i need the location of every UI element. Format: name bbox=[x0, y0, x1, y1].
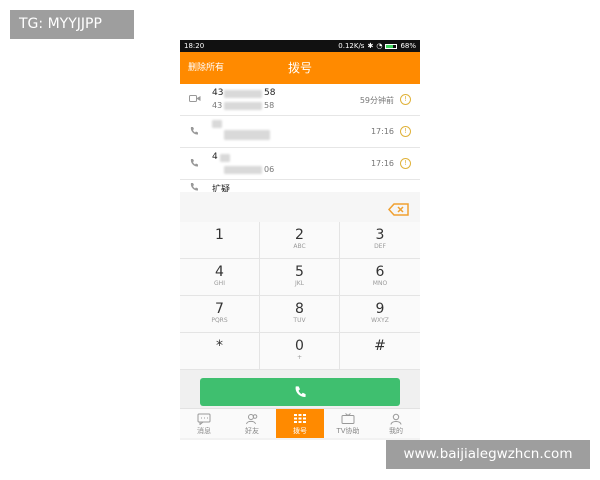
status-bar: 18:20 0.12K/s ✱ ◔ 68% bbox=[180, 40, 420, 52]
video-call-icon bbox=[189, 94, 201, 104]
key-digit: * bbox=[216, 338, 223, 354]
key-8[interactable]: 8 TUV bbox=[260, 296, 340, 333]
redaction-blur bbox=[224, 166, 262, 174]
tab-messages[interactable]: 消息 bbox=[180, 409, 228, 438]
tab-label: 拨号 bbox=[293, 427, 307, 435]
info-icon[interactable]: ! bbox=[400, 94, 411, 105]
tab-friends[interactable]: 好友 bbox=[228, 409, 276, 438]
key-letters: + bbox=[296, 354, 303, 361]
phone-screen: 18:20 0.12K/s ✱ ◔ 68% 删除所有 拨号 43 58 43 5… bbox=[180, 40, 420, 440]
tg-label: TG: MYYJJPP bbox=[10, 10, 134, 39]
key-digit: # bbox=[374, 338, 386, 354]
tab-label: TV协助 bbox=[336, 427, 360, 435]
key-digit: 8 bbox=[295, 301, 304, 317]
phone-icon bbox=[189, 158, 201, 168]
page-title: 拨号 bbox=[287, 61, 312, 75]
contact-name: 4 bbox=[212, 152, 218, 162]
redaction-blur bbox=[224, 90, 262, 98]
key-letters: WXYZ bbox=[371, 317, 389, 324]
key-1[interactable]: 1 bbox=[180, 222, 260, 259]
call-time: 59分钟前 bbox=[359, 96, 394, 105]
key-digit: 7 bbox=[215, 301, 224, 317]
call-log-row[interactable]: 4 06 17:16 ! bbox=[180, 148, 420, 180]
contact-name: 扩疑 bbox=[212, 185, 231, 192]
call-log-row[interactable]: 43 58 43 58 59分钟前 ! bbox=[180, 84, 420, 116]
key-digit: 3 bbox=[375, 227, 385, 243]
key-digit: 5 bbox=[295, 264, 304, 280]
tab-label: 消息 bbox=[197, 427, 211, 435]
key-digit: 1 bbox=[215, 227, 224, 243]
page: TG: MYYJJPP 18:20 0.12K/s ✱ ◔ 68% 删除所有 拨… bbox=[0, 0, 600, 480]
phone-handset-icon bbox=[295, 386, 306, 397]
title-bar: 删除所有 拨号 bbox=[180, 52, 420, 84]
call-area bbox=[180, 370, 420, 408]
tab-profile[interactable]: 我的 bbox=[372, 409, 420, 438]
key-digit: 6 bbox=[375, 264, 385, 280]
call-time: 17:16 bbox=[370, 127, 394, 136]
dialpad-icon bbox=[294, 414, 306, 423]
key-7[interactable]: 7 PQRS bbox=[180, 296, 260, 333]
key-digit: 2 bbox=[295, 227, 304, 243]
dial-keypad: 1 2 ABC 3 DEF 4 GHI 5 JKL 6 MNO 7 PQRS 8 TUV 9W… bbox=[180, 222, 420, 370]
key-hash[interactable]: # bbox=[340, 333, 420, 370]
battery-percent: 68% bbox=[400, 42, 416, 50]
tab-label: 好友 bbox=[245, 427, 259, 435]
network-speed: 0.12K/s bbox=[338, 42, 365, 50]
key-digit: 4 bbox=[215, 264, 224, 280]
info-icon[interactable]: ! bbox=[400, 158, 411, 169]
contact-name-suffix: 58 bbox=[264, 88, 276, 98]
contact-number: 43 bbox=[212, 101, 223, 110]
key-6[interactable]: 6 MNO bbox=[340, 259, 420, 296]
key-4[interactable]: 4 GHI bbox=[180, 259, 260, 296]
redaction-blur bbox=[224, 130, 270, 140]
redaction-blur bbox=[224, 102, 262, 110]
key-letters: PQRS bbox=[211, 317, 228, 324]
key-2[interactable]: 2 ABC bbox=[260, 222, 340, 259]
tab-dialpad[interactable]: 拨号 bbox=[276, 409, 324, 438]
bluetooth-icon: ✱ bbox=[367, 42, 374, 50]
key-letters: TUV bbox=[293, 317, 306, 324]
call-time: 17:16 bbox=[370, 159, 394, 168]
contact-name: 43 bbox=[212, 88, 224, 98]
contact-number-suffix: 58 bbox=[264, 101, 275, 110]
key-digit: 0 bbox=[295, 338, 304, 354]
bottom-tab-bar: 消息 好友 拨号 TV协助 我的 bbox=[180, 408, 420, 438]
message-icon bbox=[197, 413, 211, 425]
backspace-icon[interactable] bbox=[387, 201, 409, 216]
phone-icon bbox=[189, 126, 201, 136]
key-letters: ABC bbox=[293, 243, 306, 250]
call-button[interactable] bbox=[200, 378, 400, 406]
wifi-icon: ◔ bbox=[376, 42, 383, 50]
site-watermark: www.baijialegwzhcn.com bbox=[386, 440, 590, 469]
key-star[interactable]: * bbox=[180, 333, 260, 370]
status-indicators: 0.12K/s ✱ ◔ 68% bbox=[338, 40, 416, 52]
tab-tv-assist[interactable]: TV协助 bbox=[324, 409, 372, 438]
battery-icon bbox=[385, 43, 398, 49]
key-letters: MNO bbox=[372, 280, 388, 287]
call-log-row[interactable]: 扩疑 bbox=[180, 180, 420, 192]
redaction-blur bbox=[220, 154, 230, 162]
redaction-blur bbox=[212, 120, 222, 128]
friends-icon bbox=[246, 414, 258, 425]
dial-number-display[interactable] bbox=[180, 192, 420, 222]
key-5[interactable]: 5 JKL bbox=[260, 259, 340, 296]
key-digit: 9 bbox=[375, 301, 385, 317]
call-log-list: 43 58 43 58 59分钟前 ! 17:16 ! 4 06 17:16 !… bbox=[180, 84, 420, 192]
key-9[interactable]: 9 WXYZ bbox=[340, 296, 420, 333]
key-letters: JKL bbox=[294, 280, 305, 287]
phone-icon bbox=[189, 182, 201, 192]
info-icon[interactable]: ! bbox=[400, 126, 411, 137]
tv-icon bbox=[341, 413, 355, 424]
call-log-row[interactable]: 17:16 ! bbox=[180, 116, 420, 148]
status-time: 18:20 bbox=[184, 42, 205, 50]
key-letters: GHI bbox=[214, 280, 225, 287]
key-3[interactable]: 3 DEF bbox=[340, 222, 420, 259]
key-letters: DEF bbox=[374, 243, 386, 250]
contact-number-suffix: 06 bbox=[264, 165, 275, 174]
profile-icon bbox=[390, 413, 402, 425]
key-0[interactable]: 0 + bbox=[260, 333, 340, 370]
tab-label: 我的 bbox=[389, 427, 403, 435]
